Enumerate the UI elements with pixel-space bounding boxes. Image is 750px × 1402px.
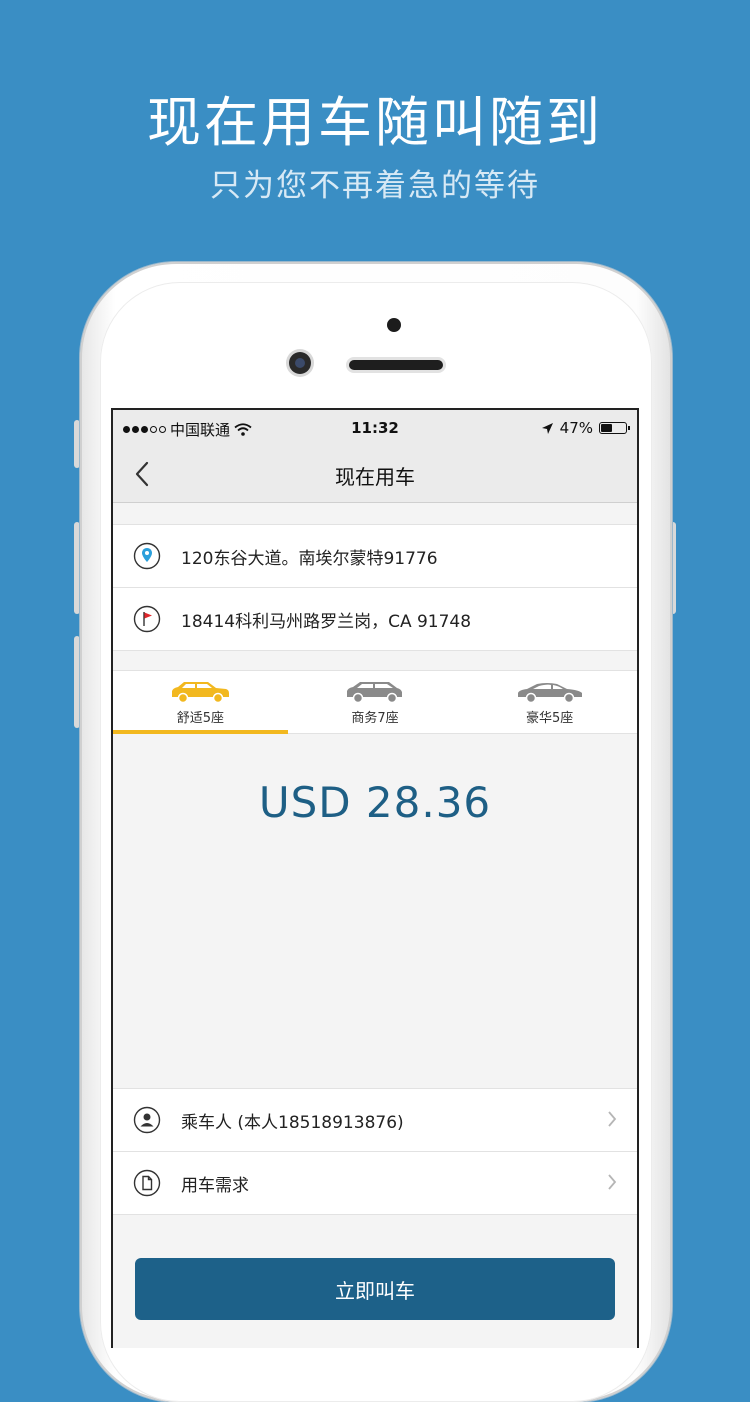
pickup-address: 120东谷大道。南埃尔蒙特91776 <box>181 548 438 569</box>
pickup-address-row[interactable]: 120东谷大道。南埃尔蒙特91776 <box>113 525 637 587</box>
tab-business-7[interactable]: 商务7座 <box>288 671 463 733</box>
chevron-right-icon <box>608 1111 617 1127</box>
selected-tab-indicator <box>113 730 288 734</box>
car-type-tabs: 舒适5座 商务7座 豪华5座 <box>113 670 637 734</box>
tab-luxury-5[interactable]: 豪华5座 <box>462 671 637 733</box>
pickup-pin-icon <box>133 542 161 570</box>
status-bar: 中国联通 11:32 47% <box>113 410 637 446</box>
passenger-label: 乘车人 (本人18518913876) <box>181 1112 404 1133</box>
tab-label: 舒适5座 <box>176 711 224 726</box>
tab-label: 豪华5座 <box>526 711 574 726</box>
phone-sensor <box>387 318 401 332</box>
suv-car-icon <box>172 682 230 704</box>
front-camera-icon <box>289 352 311 374</box>
mpv-car-icon <box>347 682 402 704</box>
destination-address-row[interactable]: 18414科利马州路罗兰岗，CA 91748 <box>113 587 637 650</box>
location-arrow-icon <box>541 422 553 434</box>
requirements-label: 用车需求 <box>181 1175 249 1196</box>
sedan-car-icon <box>517 683 582 704</box>
app-screen: 中国联通 11:32 47% 现在用车 120东谷大道。南埃尔蒙特91776 1… <box>111 408 639 1348</box>
destination-address: 18414科利马州路罗兰岗，CA 91748 <box>181 611 472 632</box>
person-icon <box>133 1106 161 1134</box>
page-title: 现在用车 <box>335 465 415 489</box>
status-right: 47% <box>541 419 630 437</box>
destination-flag-icon <box>133 605 161 633</box>
call-car-button[interactable]: 立即叫车 <box>135 1258 615 1320</box>
fare-price: USD 28.36 <box>258 778 492 827</box>
nav-bar: 现在用车 <box>113 446 637 503</box>
trip-options-list: 乘车人 (本人18518913876) 用车需求 <box>113 1088 637 1215</box>
chevron-right-icon <box>608 1174 617 1190</box>
promo-subline: 只为您不再着急的等待 <box>210 168 540 204</box>
tab-comfort-5[interactable]: 舒适5座 <box>113 671 288 734</box>
requirements-row[interactable]: 用车需求 <box>113 1151 637 1214</box>
battery-percent: 47% <box>559 419 593 437</box>
document-icon <box>133 1169 161 1197</box>
promo-headline: 现在用车随叫随到 <box>147 91 603 154</box>
tab-label: 商务7座 <box>351 711 399 726</box>
battery-level <box>601 424 612 432</box>
address-list: 120东谷大道。南埃尔蒙特91776 18414科利马州路罗兰岗，CA 9174… <box>113 524 637 651</box>
battery-icon <box>599 422 630 434</box>
phone-speaker <box>349 360 443 370</box>
passenger-row[interactable]: 乘车人 (本人18518913876) <box>113 1089 637 1151</box>
